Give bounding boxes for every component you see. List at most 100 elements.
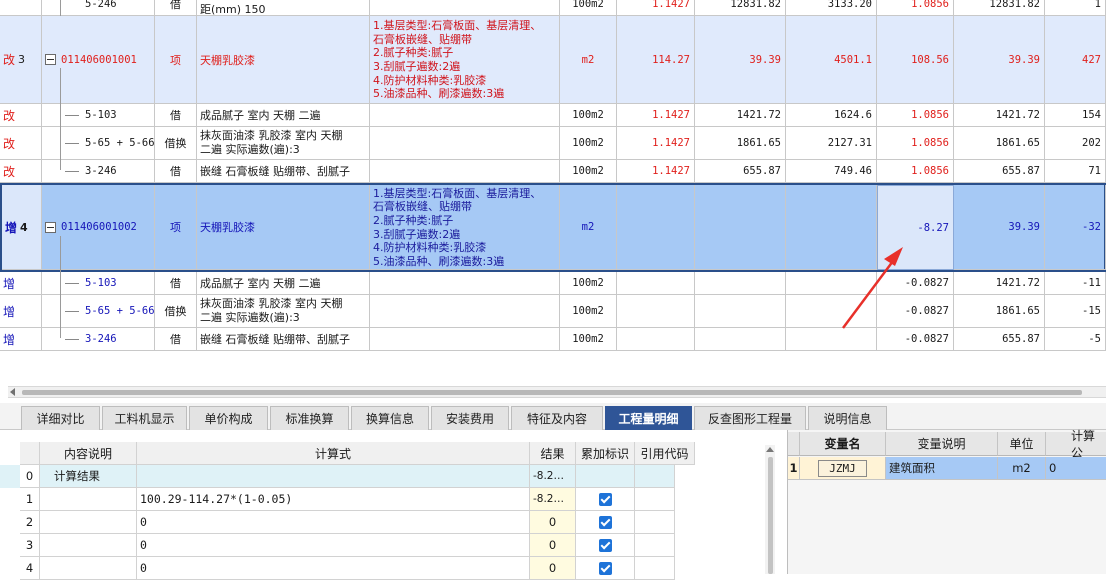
new-total-cell: 154 — [1045, 104, 1106, 127]
tree-branch — [65, 282, 79, 284]
table-row[interactable]: 改 5-103 借 成品腻子 室内 天棚 二遍 100m2 1.1427 142… — [0, 104, 1106, 127]
price-cell: 1421.72 — [695, 104, 786, 127]
tab-install-fee[interactable]: 安装费用 — [431, 406, 509, 430]
variable-pane: 变量名 变量说明 单位 计算公 1 JZMJ 建筑面积 m2 0 — [787, 429, 1106, 574]
formula-cell[interactable]: 0 — [137, 534, 530, 557]
table-row[interactable]: 增 5-65 + 5-66 借换 抹灰面油漆 乳胶漆 室内 天棚 二遍 实际遍数… — [0, 295, 1106, 328]
vertical-scrollbar[interactable] — [765, 445, 775, 574]
status-badge: 改 — [3, 53, 16, 67]
type-cell: 借 — [155, 104, 197, 127]
desc-cell[interactable]: 计算结果 — [40, 465, 137, 488]
feature-line: 3.刮腻子遍数:2遍 — [373, 60, 461, 73]
desc-cell[interactable] — [40, 534, 137, 557]
formula-cell[interactable]: 0 — [137, 511, 530, 534]
horizontal-scrollbar[interactable] — [8, 386, 1106, 398]
ref-code-cell[interactable] — [635, 511, 675, 534]
row-seq: 3 — [18, 53, 26, 66]
formula-row-total[interactable]: 0 计算结果 -8.2… — [0, 465, 675, 488]
accumulate-checkbox[interactable] — [598, 515, 612, 529]
table-row[interactable]: 改 3 011406001001 项 天棚乳胶漆 1.基层类型:石膏板面、基层清… — [0, 16, 1106, 104]
feature-line: 3.刮腻子遍数:2遍 — [373, 227, 461, 241]
table-row[interactable]: 增 5-103 借 成品腻子 室内 天棚 二遍 100m2 -0.0827 14… — [0, 272, 1106, 295]
table-row-selected[interactable]: 增 4 011406001002 项 天棚乳胶漆 1.基层类型:石膏板面、基层清… — [0, 183, 1106, 272]
qty-cell: 114.27 — [617, 16, 695, 104]
qty-cell — [617, 272, 695, 295]
tab-features[interactable]: 特征及内容 — [511, 406, 603, 430]
code-cell: 011406001001 — [42, 16, 155, 104]
formula-cell[interactable] — [137, 465, 530, 488]
tab-standard-conversion[interactable]: 标准换算 — [270, 406, 349, 430]
new-qty-cell-active[interactable]: -8.27 — [877, 185, 954, 270]
feature-line: 4.防护材料种类:乳胶漆 — [373, 241, 487, 255]
code-cell: 5-65 + 5-66 — [42, 127, 155, 160]
feature-cell — [370, 127, 560, 160]
new-price-cell: 39.39 — [954, 16, 1045, 104]
new-total-cell: 202 — [1045, 127, 1106, 160]
row-index-header — [788, 432, 800, 456]
formula-row[interactable]: 4 0 0 — [0, 557, 675, 580]
feature-cell — [370, 104, 560, 127]
col-header-desc: 内容说明 — [40, 442, 137, 465]
tab-unit-price[interactable]: 单价构成 — [189, 406, 268, 430]
tab-detail-compare[interactable]: 详细对比 — [21, 406, 100, 430]
qty-cell: 1.1427 — [617, 127, 695, 160]
total-cell: 2127.31 — [786, 127, 877, 160]
scrollbar-thumb[interactable] — [22, 390, 1082, 395]
table-row[interactable]: 5-246 借 距(mm) 150 100m2 1.1427 12831.82 … — [0, 0, 1106, 16]
total-cell — [786, 328, 877, 351]
tree-branch — [65, 142, 79, 144]
scroll-left-icon[interactable] — [10, 388, 15, 396]
desc-cell[interactable] — [40, 557, 137, 580]
price-cell: 1861.65 — [695, 127, 786, 160]
feature-cell — [370, 328, 560, 351]
new-qty-cell: 1.0856 — [877, 0, 954, 16]
qty-cell — [617, 328, 695, 351]
name-cell: 天棚乳胶漆 — [197, 185, 370, 270]
var-desc-cell[interactable]: 建筑面积 — [886, 457, 998, 480]
tree-branch — [65, 310, 79, 312]
scrollbar-thumb[interactable] — [768, 457, 773, 574]
formula-row[interactable]: 1 100.29-114.27*(1-0.05) -8.2… — [0, 488, 675, 511]
feature-line: 石膏板嵌缝、贴绷带 — [373, 200, 472, 214]
price-cell — [695, 185, 786, 270]
feature-cell — [370, 0, 560, 16]
tab-labor-material-machine[interactable]: 工料机显示 — [102, 406, 187, 430]
desc-cell[interactable] — [40, 488, 137, 511]
unit-cell: 100m2 — [560, 328, 617, 351]
col-header-ref-code: 引用代码 — [635, 442, 695, 465]
table-row[interactable]: 改 3-246 借 嵌缝 石膏板缝 贴绷带、刮腻子 100m2 1.1427 6… — [0, 160, 1106, 183]
tab-reverse-graphic[interactable]: 反查图形工程量 — [694, 406, 806, 430]
formula-cell[interactable]: 0 — [137, 557, 530, 580]
ref-code-cell[interactable] — [635, 534, 675, 557]
var-formula-cell[interactable]: 0 — [1046, 457, 1106, 480]
unit-cell: 100m2 — [560, 160, 617, 183]
ref-code-cell[interactable] — [635, 557, 675, 580]
var-name-cell[interactable]: JZMJ — [800, 457, 886, 480]
collapse-icon[interactable] — [45, 54, 56, 65]
table-row[interactable]: 改 5-65 + 5-66 借换 抹灰面油漆 乳胶漆 室内 天棚 二遍 实际遍数… — [0, 127, 1106, 160]
code-text: 5-246 — [85, 0, 117, 10]
accumulate-checkbox[interactable] — [598, 561, 612, 575]
accumulate-checkbox[interactable] — [598, 538, 612, 552]
scroll-up-icon[interactable] — [766, 447, 774, 452]
col-header-result: 结果 — [530, 442, 576, 465]
ref-code-cell — [635, 465, 675, 488]
ref-code-cell[interactable] — [635, 488, 675, 511]
collapse-icon[interactable] — [45, 221, 56, 233]
type-cell: 借 — [155, 160, 197, 183]
desc-cell[interactable] — [40, 511, 137, 534]
status-cell: 增 — [0, 272, 42, 295]
tab-quantity-detail[interactable]: 工程量明细 — [605, 406, 692, 430]
measure-list-grid[interactable]: 5-246 借 距(mm) 150 100m2 1.1427 12831.82 … — [0, 0, 1106, 385]
new-qty-cell: 1.0856 — [877, 127, 954, 160]
formula-cell[interactable]: 100.29-114.27*(1-0.05) — [137, 488, 530, 511]
tab-conversion-info[interactable]: 换算信息 — [351, 406, 429, 430]
table-row[interactable]: 增 3-246 借 嵌缝 石膏板缝 贴绷带、刮腻子 100m2 -0.0827 … — [0, 328, 1106, 351]
accumulate-checkbox[interactable] — [598, 492, 612, 506]
feature-line: 5.油漆品种、刷漆遍数:3遍 — [373, 254, 505, 268]
tab-description[interactable]: 说明信息 — [808, 406, 887, 430]
detail-tab-bar: 详细对比 工料机显示 单价构成 标准换算 换算信息 安装费用 特征及内容 工程量… — [0, 403, 1106, 430]
formula-row[interactable]: 2 0 0 — [0, 511, 675, 534]
formula-row[interactable]: 3 0 0 — [0, 534, 675, 557]
tree-branch — [65, 114, 79, 116]
